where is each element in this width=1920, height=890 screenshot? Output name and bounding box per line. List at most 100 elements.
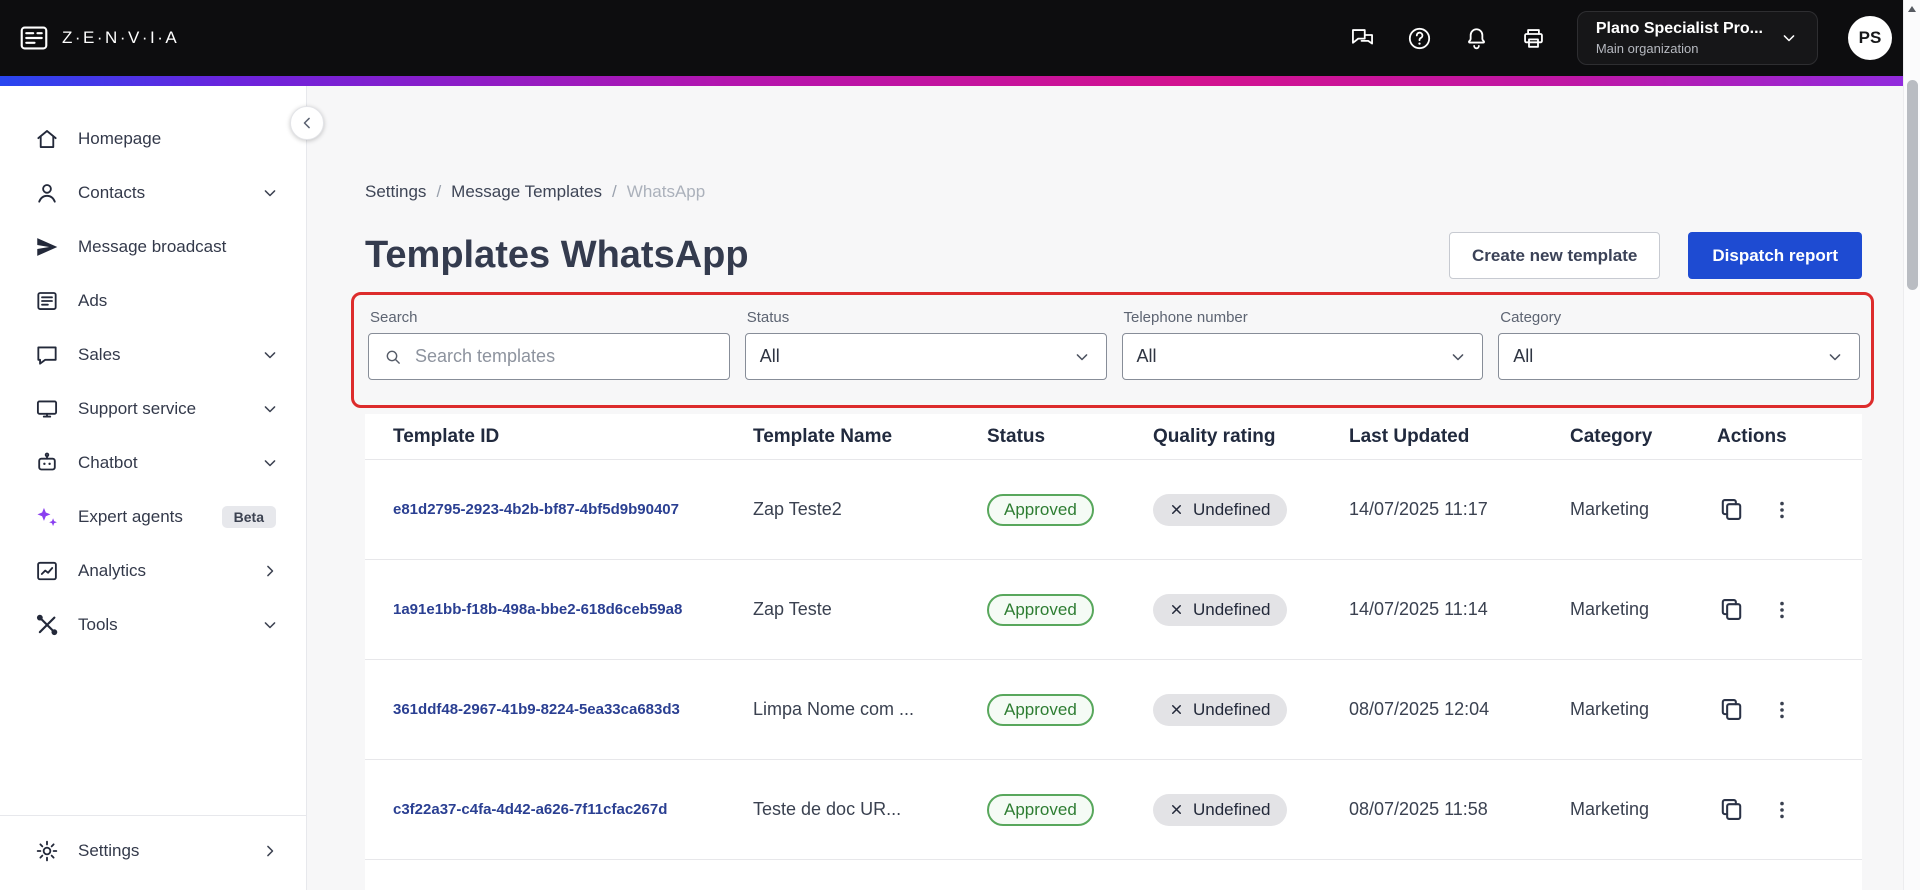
sidebar-item-settings[interactable]: Settings [0, 824, 306, 878]
chat-bubble-icon [34, 342, 60, 368]
search-filter: Search [368, 309, 730, 380]
category: Marketing [1570, 699, 1650, 719]
template-row: 1a91e1bb-f18b-498a-bbe2-618d6ceb59a8 Zap… [365, 560, 1862, 660]
last-updated: 08/07/2025 11:58 [1349, 799, 1488, 819]
template-name: Teste de doc UR... [753, 799, 902, 819]
robot-icon [34, 450, 60, 476]
printer-icon[interactable] [1520, 25, 1547, 52]
kebab-menu-icon[interactable] [1770, 498, 1794, 522]
chevron-down-icon [1779, 28, 1799, 48]
breadcrumb: Settings / Message Templates / WhatsApp [365, 182, 1862, 202]
scrollbar-thumb[interactable] [1907, 80, 1918, 290]
organization-selector[interactable]: Plano Specialist Pro... Main organizatio… [1576, 11, 1818, 65]
copy-icon[interactable] [1717, 495, 1746, 524]
copy-icon[interactable] [1717, 595, 1746, 624]
search-label: Search [370, 309, 418, 326]
top-header: Z·E·N·V·I·A Plano Specialist Pro... Main… [0, 0, 1920, 76]
breadcrumb-message-templates[interactable]: Message Templates [451, 182, 602, 202]
brand-gradient-bar [0, 76, 1920, 86]
x-icon [1169, 602, 1184, 617]
main-content: Settings / Message Templates / WhatsApp … [307, 86, 1920, 890]
kebab-menu-icon[interactable] [1770, 698, 1794, 722]
template-row: e81d2795-2923-4b2b-bf87-4bf5d9b90407 Zap… [365, 460, 1862, 560]
chevron-down-icon [260, 345, 280, 365]
status-select[interactable]: All [744, 333, 1107, 380]
copy-icon[interactable] [1717, 795, 1746, 824]
breadcrumb-whatsapp: WhatsApp [626, 182, 706, 201]
telephone-number-select[interactable]: All [1121, 333, 1484, 380]
sidebar-item-ads[interactable]: Ads [0, 274, 306, 328]
status-selected-value: All [759, 346, 780, 366]
sidebar-item-analytics[interactable]: Analytics [0, 544, 306, 598]
column-category: Category [1570, 425, 1653, 447]
quality-rating-badge: Undefined [1153, 593, 1287, 626]
table-header-row: Template ID Template Name Status Quality… [365, 414, 1862, 460]
status-badge: Approved [987, 693, 1094, 726]
category: Marketing [1570, 599, 1650, 619]
last-updated: 14/07/2025 11:17 [1349, 499, 1488, 519]
tools-icon [34, 612, 60, 638]
row-actions [1717, 695, 1862, 724]
quality-rating-badge: Undefined [1153, 793, 1287, 826]
search-input[interactable] [368, 333, 730, 380]
kebab-menu-icon[interactable] [1770, 598, 1794, 622]
sidebar-item-chatbot[interactable]: Chatbot [0, 436, 306, 490]
page-title: Templates WhatsApp [365, 234, 749, 276]
category-selected-value: All [1513, 346, 1534, 366]
quality-rating-badge: Undefined [1153, 493, 1287, 526]
template-id-link[interactable]: e81d2795-2923-4b2b-bf87-4bf5d9b90407 [393, 501, 753, 518]
chevron-down-icon [260, 183, 280, 203]
page-scrollbar[interactable] [1903, 0, 1920, 890]
sidebar-collapse-button[interactable] [290, 106, 324, 140]
page-actions: Create new template Dispatch report [1449, 232, 1862, 279]
chevron-down-icon [1072, 347, 1092, 367]
chevron-down-icon [260, 399, 280, 419]
create-new-template-button[interactable]: Create new template [1449, 232, 1661, 279]
column-last-updated: Last Updated [1349, 425, 1470, 447]
search-icon [383, 347, 403, 367]
sidebar-item-homepage[interactable]: Homepage [0, 112, 306, 166]
x-icon [1169, 502, 1184, 517]
dispatch-report-button[interactable]: Dispatch report [1688, 232, 1862, 279]
sidebar-item-support-service[interactable]: Support service [0, 382, 306, 436]
column-template-id: Template ID [393, 425, 500, 447]
template-name: Zap Teste [753, 599, 832, 619]
category-select[interactable]: All [1498, 333, 1860, 380]
x-icon [1169, 702, 1184, 717]
template-id-link[interactable]: 1a91e1bb-f18b-498a-bbe2-618d6ceb59a8 [393, 601, 753, 618]
category-label: Category [1500, 309, 1562, 326]
sidebar-item-sales[interactable]: Sales [0, 328, 306, 382]
help-icon[interactable] [1406, 25, 1433, 52]
template-id-link[interactable]: c3f22a37-c4fa-4d42-a626-7f11cfac267d [393, 801, 753, 818]
chevron-down-icon [1448, 347, 1468, 367]
template-row: c3f22a37-c4fa-4d42-a626-7f11cfac267d Tes… [365, 760, 1862, 860]
copy-icon[interactable] [1717, 695, 1746, 724]
category: Marketing [1570, 499, 1650, 519]
sidebar-item-expert-agents[interactable]: Expert agents Beta [0, 490, 306, 544]
send-icon [34, 234, 60, 260]
chevron-down-icon [260, 453, 280, 473]
monitor-icon [34, 396, 60, 422]
column-status: Status [987, 425, 1046, 447]
notifications-icon[interactable] [1463, 25, 1490, 52]
last-updated: 08/07/2025 12:04 [1349, 699, 1490, 719]
search-templates-field[interactable] [413, 345, 715, 368]
status-filter: Status All [744, 309, 1107, 380]
sidebar-item-contacts[interactable]: Contacts [0, 166, 306, 220]
breadcrumb-settings[interactable]: Settings [365, 182, 426, 202]
sidebar-item-tools[interactable]: Tools [0, 598, 306, 652]
kebab-menu-icon[interactable] [1770, 798, 1794, 822]
row-actions [1717, 595, 1862, 624]
filters-panel-highlighted: Search Status All Telephone number All [351, 292, 1874, 408]
scrollbar-up-arrow[interactable] [1904, 0, 1920, 17]
sidebar-item-message-broadcast[interactable]: Message broadcast [0, 220, 306, 274]
column-template-name: Template Name [753, 425, 893, 447]
template-name: Limpa Nome com ... [753, 699, 915, 719]
header-actions: Plano Specialist Pro... Main organizatio… [1349, 11, 1892, 65]
template-name: Zap Teste2 [753, 499, 842, 519]
conversations-icon[interactable] [1349, 25, 1376, 52]
gear-icon [34, 838, 60, 864]
row-actions [1717, 795, 1862, 824]
avatar[interactable]: PS [1848, 16, 1892, 60]
template-id-link[interactable]: 361ddf48-2967-41b9-8224-5ea33ca683d3 [393, 701, 753, 718]
